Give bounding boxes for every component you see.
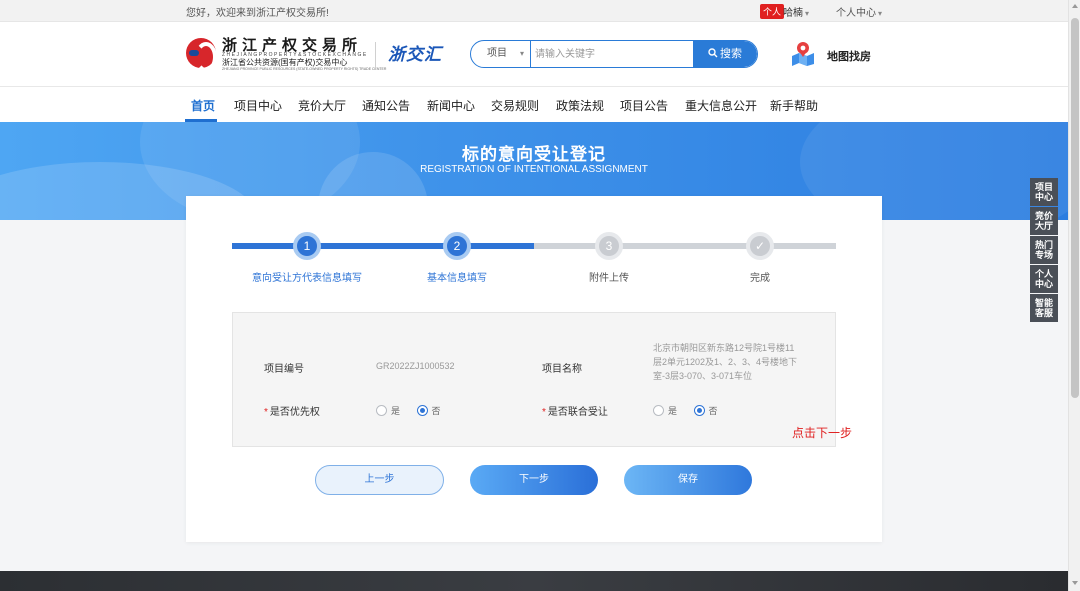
joint-option-yes-label: 是 — [668, 406, 678, 416]
nav-item-bidding-hall[interactable]: 竞价大厅 — [298, 97, 346, 114]
radio-icon — [653, 405, 664, 416]
nav-item-project-center[interactable]: 项目中心 — [234, 97, 282, 114]
search-category-value: 项目 — [487, 48, 507, 59]
user-name: 哈楠 — [783, 8, 803, 19]
step-4-label: 完成 — [750, 273, 770, 284]
map-house-icon[interactable] — [790, 40, 816, 66]
nav-item-project-announcements[interactable]: 项目公告 — [620, 97, 668, 114]
priority-option-yes[interactable]: 是 — [376, 404, 400, 417]
required-mark: * — [264, 407, 268, 418]
nav-item-news[interactable]: 新闻中心 — [427, 97, 475, 114]
user-name-menu[interactable]: 哈楠 ▾ — [783, 4, 809, 19]
step-4-check-icon: ✓ — [746, 232, 774, 260]
priority-radio-group: 是 否 — [376, 404, 455, 417]
float-item-label: 智能 客服 — [1034, 298, 1053, 318]
user-center-menu[interactable]: 个人中心 ▾ — [836, 4, 882, 19]
scroll-down-icon[interactable] — [1072, 581, 1078, 585]
logo-divider — [375, 42, 376, 68]
zhejiaohui-logo[interactable]: 浙交汇 — [388, 40, 442, 65]
float-item-project-center[interactable]: 项目 中心 — [1030, 178, 1058, 206]
radio-checked-icon — [416, 405, 428, 416]
search-button[interactable]: 搜索 — [693, 41, 757, 67]
step-3-circle: 3 — [595, 232, 623, 260]
nav-item-home[interactable]: 首页 — [191, 97, 215, 114]
joint-label-text: 是否联合受让 — [547, 407, 608, 418]
site-header: 浙江产权交易所 ZHEJIANGPROPERTY&STOCKEXCHANGE 浙… — [0, 22, 1068, 86]
page-title: 标的意向受让登记 — [462, 145, 606, 164]
priority-option-yes-label: 是 — [391, 406, 401, 416]
basic-info-form: 项目编号 GR2022ZJ1000532 项目名称 北京市朝阳区新东路12号院1… — [232, 312, 836, 447]
chevron-down-icon: ▾ — [805, 9, 810, 18]
project-no-value: GR2022ZJ1000532 — [376, 361, 455, 371]
step-1-label: 意向受让方代表信息填写 — [252, 273, 362, 284]
nav-item-major-disclosure[interactable]: 重大信息公开 — [685, 97, 757, 114]
project-name-label: 项目名称 — [542, 364, 582, 375]
step-3-label: 附件上传 — [589, 273, 629, 284]
chevron-down-icon: ▾ — [878, 9, 883, 18]
joint-radio-group: 是 否 — [653, 404, 732, 417]
nav-item-rules[interactable]: 交易规则 — [491, 97, 539, 114]
exchange-logo-icon[interactable] — [186, 38, 217, 72]
nav-item-help[interactable]: 新手帮助 — [770, 97, 818, 114]
steps-progress-fill — [232, 243, 534, 249]
float-item-hot-topics[interactable]: 热门 专场 — [1030, 236, 1058, 264]
search-box: 项目 ▾ 搜索 — [470, 40, 758, 68]
search-button-label: 搜索 — [720, 48, 742, 60]
next-step-hint: 点击下一步 — [792, 426, 853, 440]
search-input[interactable] — [535, 44, 691, 64]
top-bar: 您好，欢迎来到浙江产权交易所! 个人 哈楠 ▾ 个人中心 ▾ — [0, 0, 1068, 22]
radio-icon — [376, 405, 387, 416]
user-type-badge: 个人 — [760, 4, 785, 19]
floating-side-nav: 项目 中心 竞价 大厅 热门 专场 个人 中心 智能 客服 — [1030, 178, 1058, 323]
search-icon — [708, 48, 718, 58]
page-subtitle: REGISTRATION OF INTENTIONAL ASSIGNMENT — [420, 164, 648, 175]
search-category-select[interactable]: 项目 ▾ — [471, 41, 531, 67]
chevron-down-icon: ▾ — [519, 49, 524, 58]
joint-option-no-label: 否 — [708, 406, 718, 416]
user-center-label: 个人中心 — [836, 8, 876, 19]
joint-option-yes[interactable]: 是 — [653, 404, 677, 417]
page-scrollbar[interactable] — [1068, 0, 1080, 591]
scroll-thumb[interactable] — [1071, 18, 1079, 398]
project-name-value: 北京市朝阳区新东路12号院1号楼11层2单元1202及1、2、3、4号楼地下室-… — [653, 343, 798, 381]
registration-card: 1 2 3 ✓ 意向受让方代表信息填写 基本信息填写 附件上传 完成 项目编号 … — [186, 196, 882, 542]
required-mark: * — [542, 407, 546, 418]
float-item-smart-service[interactable]: 智能 客服 — [1030, 294, 1058, 322]
map-search-link[interactable]: 地图找房 — [827, 48, 871, 64]
site-footer — [0, 571, 1068, 591]
welcome-text: 您好，欢迎来到浙江产权交易所! — [186, 8, 329, 19]
step-2-circle: 2 — [443, 232, 471, 260]
nav-item-policies[interactable]: 政策法规 — [556, 97, 604, 114]
float-item-label: 竞价 大厅 — [1034, 211, 1053, 231]
priority-label: * 是否优先权 — [264, 403, 320, 418]
radio-checked-icon — [693, 405, 705, 416]
step-1-circle: 1 — [293, 232, 321, 260]
float-item-user-center[interactable]: 个人 中心 — [1030, 265, 1058, 293]
joint-option-no[interactable]: 否 — [693, 404, 718, 417]
float-item-label: 热门 专场 — [1034, 240, 1053, 260]
joint-label: * 是否联合受让 — [542, 403, 608, 418]
step-2-label: 基本信息填写 — [427, 273, 487, 284]
save-button[interactable]: 保存 — [624, 465, 752, 495]
logo-subtitle-en: ZHEJIANG PROVINCE PUBLIC RESOURCES (STAT… — [222, 67, 387, 71]
float-item-label: 项目 中心 — [1034, 182, 1053, 202]
scroll-up-icon[interactable] — [1072, 4, 1078, 8]
priority-option-no-label: 否 — [431, 406, 441, 416]
priority-label-text: 是否优先权 — [269, 407, 320, 418]
nav-item-notices[interactable]: 通知公告 — [362, 97, 410, 114]
project-no-label: 项目编号 — [264, 364, 304, 375]
prev-step-button[interactable]: 上一步 — [315, 465, 444, 495]
float-item-bidding-hall[interactable]: 竞价 大厅 — [1030, 207, 1058, 235]
priority-option-no[interactable]: 否 — [416, 404, 441, 417]
float-item-label: 个人 中心 — [1034, 269, 1053, 289]
main-nav: 首页 项目中心 竞价大厅 通知公告 新闻中心 交易规则 政策法规 项目公告 重大… — [0, 86, 1068, 122]
next-step-button[interactable]: 下一步 — [470, 465, 598, 495]
